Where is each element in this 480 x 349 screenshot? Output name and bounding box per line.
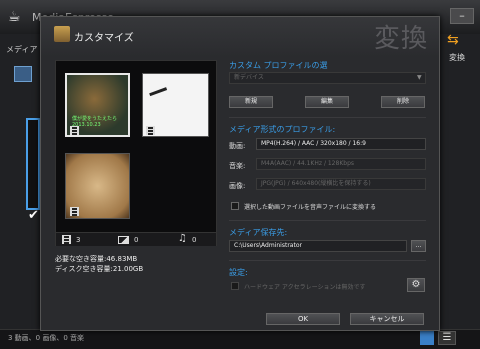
save-path-field[interactable]: C:\Users\Administrator [229,240,407,252]
video-label: 動画: [229,142,246,150]
media-profile-heading: メディア形式のプロファイル: [229,125,336,134]
image-count: 0 [134,236,139,244]
hw-accel-checkbox [231,282,239,290]
film-icon [146,126,155,135]
save-dest-heading: メディア保存先: [229,228,288,237]
dialog-title: カスタマイズ [74,33,134,44]
new-button[interactable]: 新規 [229,96,273,108]
checkmark-icon: ✔ [28,208,39,223]
disk-space: ディスク空き容量:21.00GB [55,265,144,273]
browse-button[interactable]: ... [411,240,426,252]
convert-tab-label[interactable]: 変換 [449,52,465,63]
video-count: 3 [76,236,81,244]
profile-select[interactable]: 新デバイス [229,72,426,84]
required-space: 必要な空き容量:46.83MB [55,255,138,263]
custom-profile-heading: カスタム プロファイルの選 [229,61,328,70]
divider [229,117,426,118]
image-count-icon [118,236,129,244]
selected-media-thumbnail[interactable] [26,118,40,210]
grid-view-icon[interactable] [420,331,434,345]
music-count-icon: ♫ [178,233,187,244]
delete-button[interactable]: 削除 [381,96,425,108]
audio-profile-field[interactable]: M4A(AAC) / 44.1KHz / 128Kbps [256,158,426,170]
list-view-icon[interactable]: ☰ [438,331,456,345]
convert-audio-checkbox[interactable] [231,202,239,210]
video-profile-field[interactable]: MP4(H.264) / AAC / 320x180 / 16:9 [256,138,426,150]
app-coffee-icon: ☕ [8,9,21,25]
edit-button[interactable]: 編集 [305,96,349,108]
convert-audio-label: 選択した動画ファイルを音声ファイルに変換する [244,204,377,211]
divider [229,260,426,261]
media-tab[interactable]: メディア [6,44,37,55]
chevron-down-icon[interactable]: ▼ [417,74,422,81]
ok-button[interactable]: OK [266,313,340,325]
app-right-panel [440,34,480,329]
folder-icon[interactable] [14,66,32,82]
status-text: 3 動画、0 画像、0 音楽 [8,334,85,342]
minimize-button[interactable]: – [450,8,474,24]
convert-icon[interactable]: ⇆ [447,32,459,48]
image-profile-field[interactable]: JPG(JPG) / 640x480(縦横比を保持する) [256,178,426,190]
gear-icon[interactable]: ⚙ [407,278,425,292]
image-label: 画像: [229,182,246,190]
divider [229,220,426,221]
cancel-button[interactable]: キャンセル [350,313,424,325]
convert-watermark: 変換 [374,24,429,54]
music-count: 0 [192,236,197,244]
audio-label: 音楽: [229,162,246,170]
video-count-icon [62,235,71,244]
hw-accel-label: ハードウェア アクセラレーションは無効です [244,284,366,291]
customize-icon [54,26,70,42]
film-icon [70,207,79,216]
settings-heading: 設定: [229,268,248,277]
film-icon [70,126,79,135]
